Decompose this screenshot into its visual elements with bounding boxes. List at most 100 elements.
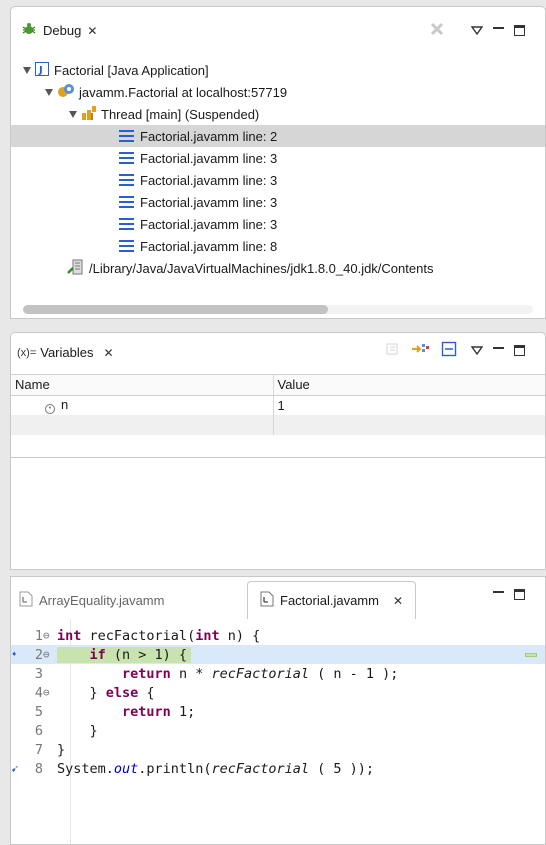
tree-label: javamm.Factorial at localhost:57719 [79, 84, 288, 100]
tree-item-launch[interactable]: J Factorial [Java Application] [11, 59, 545, 81]
line-number: 2 [34, 646, 43, 663]
tab-factorial[interactable]: Factorial.javamm ✕ [247, 581, 417, 619]
code-text: if (n > 1) { [57, 646, 192, 663]
editor-view-controls [493, 589, 525, 600]
stack-frame-row[interactable]: Factorial.javamm line: 3 [11, 213, 545, 235]
close-icon[interactable]: ✕ [87, 24, 97, 38]
stack-frame-row[interactable]: Factorial.javamm line: 3 [11, 191, 545, 213]
stack-frame-row[interactable]: Factorial.javamm line: 2 [11, 125, 545, 147]
tab-label: Factorial.javamm [280, 593, 379, 608]
minimize-icon[interactable] [493, 591, 504, 594]
column-header-value[interactable]: Value [272, 375, 545, 396]
table-row [11, 415, 545, 435]
code-text: return n * recFactorial ( n - 1 ); [122, 665, 399, 682]
code-line[interactable]: 6 } [11, 721, 545, 740]
code-line[interactable]: 7} [11, 740, 545, 759]
stack-frame-label: Factorial.javamm line: 3 [140, 216, 278, 232]
expand-arrow-icon[interactable] [69, 110, 77, 118]
show-type-names-icon[interactable] [385, 341, 401, 360]
remove-launches-icon[interactable] [429, 21, 445, 40]
expand-arrow-icon[interactable] [45, 88, 53, 96]
variables-table: Name Value • n 1 [11, 375, 545, 435]
code-line[interactable]: 1 ⊖ int recFactorial(int n) { [11, 626, 545, 645]
editor-area: ArrayEquality.javamm Factorial.javamm ✕ … [10, 576, 546, 845]
current-code-line[interactable]: ➧ 2 ⊖ if (n > 1) { [11, 645, 545, 664]
stack-frame-label: Factorial.javamm line: 3 [140, 172, 278, 188]
minimize-icon[interactable] [493, 347, 504, 350]
stack-frame-icon [119, 174, 134, 186]
code-text: int recFactorial(int n) { [57, 627, 261, 644]
stack-frame-icon [119, 218, 134, 230]
tab-debug[interactable]: Debug ✕ [21, 21, 97, 40]
thread-suspended-icon [81, 105, 97, 124]
debug-view: Debug ✕ J Factorial [Java Application] j… [10, 6, 546, 319]
code-text: } [57, 741, 66, 758]
variable-detail-pane[interactable] [11, 457, 545, 567]
instruction-pointer-icon: ➧ [11, 648, 18, 661]
variable-icon: • [45, 403, 55, 414]
stack-frame-row[interactable]: Factorial.javamm line: 8 [11, 235, 545, 257]
expand-arrow-icon[interactable] [23, 66, 31, 74]
debug-tabbar: Debug ✕ [11, 7, 545, 49]
view-menu-icon[interactable] [470, 23, 484, 38]
code-text: } else { [57, 684, 155, 701]
stack-frame-row[interactable]: Factorial.javamm line: 3 [11, 147, 545, 169]
stack-frame-label: Factorial.javamm line: 3 [140, 150, 278, 166]
debug-target-icon [57, 83, 75, 102]
tree-label: Thread [main] (Suspended) [101, 106, 260, 122]
stack-frame-icon [119, 152, 134, 164]
editor-tabbar: ArrayEquality.javamm Factorial.javamm ✕ [11, 577, 545, 619]
svg-text:J: J [38, 65, 43, 76]
variable-name: n [61, 396, 69, 412]
tree-item-vm[interactable]: javamm.Factorial at localhost:57719 [11, 81, 545, 103]
tree-label: Factorial [Java Application] [54, 62, 209, 78]
variables-view-controls [385, 341, 525, 360]
tree-item-thread[interactable]: Thread [main] (Suspended) [11, 103, 545, 125]
tab-debug-label: Debug [43, 23, 82, 38]
fold-icon[interactable]: ⊖ [43, 629, 57, 642]
maximize-icon[interactable] [514, 589, 525, 600]
tree-item-process[interactable]: /Library/Java/JavaVirtualMachines/jdk1.8… [11, 257, 545, 279]
fold-icon[interactable]: ⊖ [43, 648, 57, 661]
line-number: 1 [34, 627, 43, 644]
tab-variables-label: Variables [40, 345, 94, 360]
stack-frame-icon [119, 240, 134, 252]
view-menu-icon[interactable] [470, 343, 484, 358]
code-line[interactable]: 3 return n * recFactorial ( n - 1 ); [11, 664, 545, 683]
code-line[interactable]: 5 return 1; [11, 702, 545, 721]
variables-tabbar: (x)= Variables ✕ [11, 333, 545, 375]
overview-marker[interactable] [525, 652, 537, 657]
horizontal-scrollbar[interactable] [23, 305, 533, 314]
scrollbar-thumb[interactable] [23, 305, 328, 314]
tab-label: ArrayEquality.javamm [39, 593, 165, 608]
javamm-file-icon [260, 591, 274, 610]
java-app-icon: J [35, 61, 49, 79]
line-number: 8 [34, 760, 43, 777]
tab-variables[interactable]: (x)= Variables ✕ [17, 345, 114, 360]
line-number: 4 [34, 684, 43, 701]
collapse-all-icon[interactable] [441, 341, 457, 360]
code-line[interactable]: 4 ⊖ } else { [11, 683, 545, 702]
fold-icon[interactable]: ⊖ [43, 686, 57, 699]
javamm-file-icon [19, 591, 33, 610]
table-row[interactable]: • n 1 [11, 395, 545, 415]
stack-frame-label: Factorial.javamm line: 8 [140, 238, 278, 254]
line-number: 6 [34, 722, 43, 739]
close-icon[interactable]: ✕ [103, 346, 113, 360]
column-header-name[interactable]: Name [11, 375, 273, 396]
variables-icon: (x)= [17, 346, 37, 359]
close-icon[interactable]: ✕ [393, 594, 403, 608]
variables-view: (x)= Variables ✕ Name Value • n 1 [10, 332, 546, 570]
code-text: } [57, 722, 98, 739]
code-line[interactable]: ➹ 8 System.out.println(recFactorial ( 5 )… [11, 759, 545, 778]
tab-arrayequality[interactable]: ArrayEquality.javamm [19, 591, 164, 610]
line-number: 3 [34, 665, 43, 682]
line-number: 7 [34, 741, 43, 758]
maximize-icon[interactable] [514, 345, 525, 356]
stack-frame-row[interactable]: Factorial.javamm line: 3 [11, 169, 545, 191]
maximize-icon[interactable] [514, 25, 525, 36]
add-expression-icon[interactable] [411, 341, 431, 360]
stack-frame-label: Factorial.javamm line: 2 [140, 128, 278, 144]
code-text: System.out.println(recFactorial ( 5 )); [57, 760, 375, 777]
minimize-icon[interactable] [493, 27, 504, 30]
